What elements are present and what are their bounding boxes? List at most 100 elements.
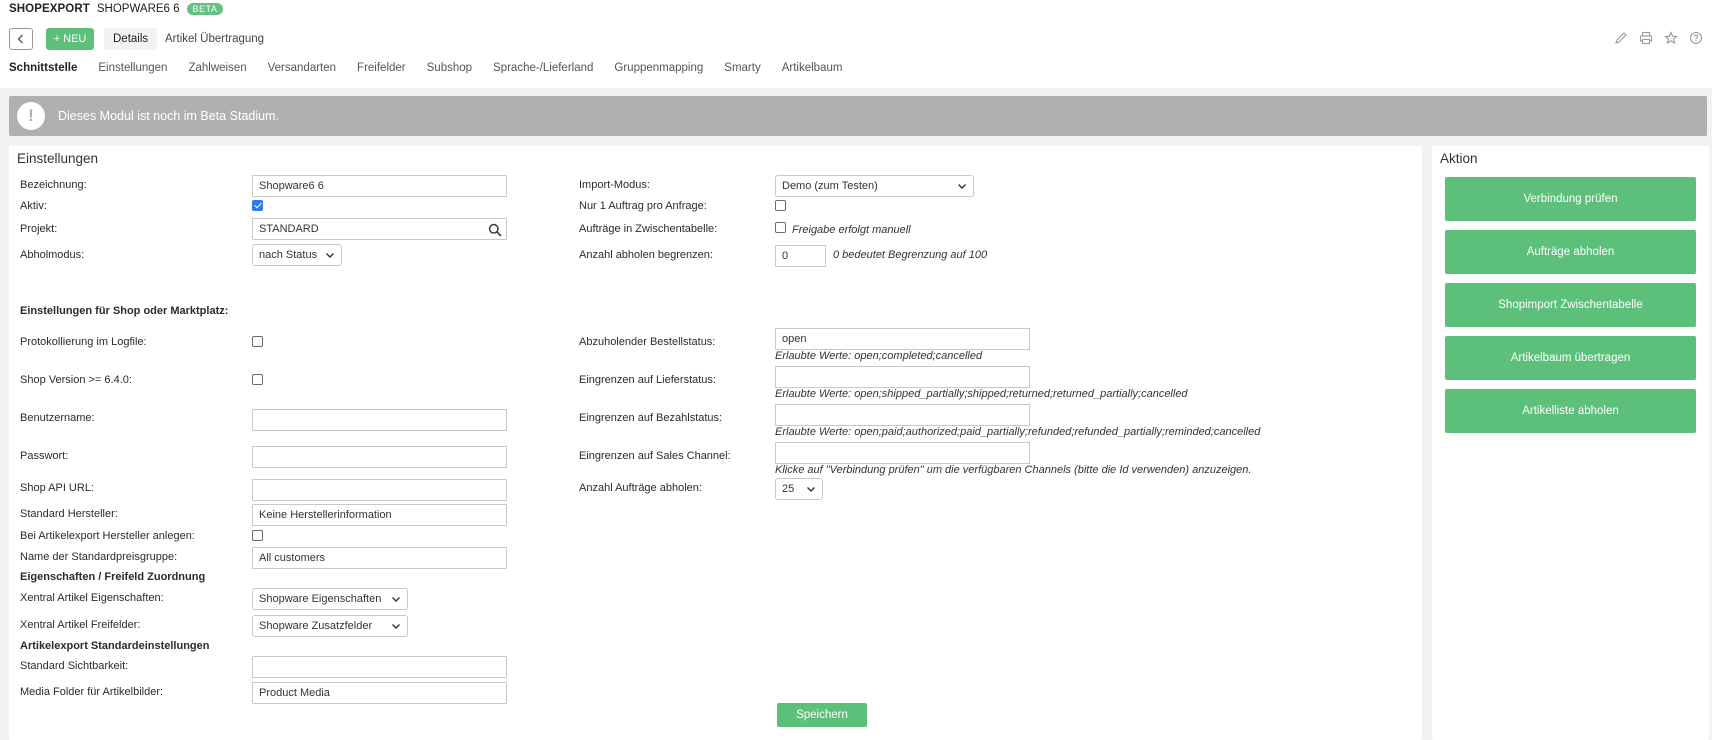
aktiv-label: Aktiv:: [20, 200, 47, 212]
apiurl-label: Shop API URL:: [20, 482, 94, 494]
media-folder-input[interactable]: Product Media: [252, 682, 507, 704]
subnav-gruppenmapping[interactable]: Gruppenmapping: [614, 62, 703, 74]
beta-badge: BETA: [186, 3, 224, 15]
sichtbarkeit-input[interactable]: [252, 656, 507, 678]
artikelexport-section-heading: Artikelexport Standardeinstellungen: [20, 640, 210, 652]
tab-details[interactable]: Details: [104, 28, 158, 50]
beta-warning-banner: ! Dieses Modul ist noch im Beta Stadium.: [9, 96, 1707, 136]
passwort-label: Passwort:: [20, 450, 69, 462]
benutzername-input[interactable]: [252, 409, 507, 431]
chevron-left-icon: [17, 34, 23, 44]
abholmodus-value: nach Status: [259, 249, 318, 261]
sichtbarkeit-label: Standard Sichtbarkeit:: [20, 660, 129, 672]
hersteller-anlegen-checkbox[interactable]: [252, 530, 263, 541]
abholmodus-select[interactable]: nach Status: [252, 244, 342, 266]
subnav-schnittstelle[interactable]: Schnittstelle: [9, 62, 77, 74]
import-modus-value: Demo (zum Testen): [782, 180, 878, 192]
zwischentabelle-label: Aufträge in Zwischentabelle:: [579, 223, 718, 235]
subnav-sprache-lieferland[interactable]: Sprache-/Lieferland: [493, 62, 593, 74]
preisgruppe-label: Name der Standardpreisgruppe:: [20, 551, 178, 563]
bezahlstatus-label: Eingrenzen auf Bezahlstatus:: [579, 412, 723, 424]
edit-icon[interactable]: [1613, 30, 1629, 46]
anzahl-begrenzen-label: Anzahl abholen begrenzen:: [579, 249, 713, 261]
nur-ein-auftrag-checkbox[interactable]: [775, 200, 786, 211]
subnav-subshop[interactable]: Subshop: [427, 62, 472, 74]
xentral-eigenschaften-select[interactable]: Shopware Eigenschaften: [252, 588, 408, 610]
passwort-input[interactable]: [252, 446, 507, 468]
bestellstatus-hint: Erlaubte Werte: open;completed;cancelled: [775, 350, 983, 362]
tab-artikel-uebertragung[interactable]: Artikel Übertragung: [165, 28, 264, 50]
settings-panel: Einstellungen Bezeichnung: Shopware6 6 A…: [9, 146, 1422, 740]
zwischentabelle-hint: Freigabe erfolgt manuell: [792, 224, 911, 236]
sales-channel-input[interactable]: [775, 442, 1030, 464]
xentral-eigenschaften-value: Shopware Eigenschaften: [259, 593, 382, 605]
aktiv-checkbox[interactable]: [252, 200, 263, 211]
subnav-smarty[interactable]: Smarty: [724, 62, 760, 74]
zwischentabelle-checkbox[interactable]: [775, 222, 786, 233]
import-modus-select[interactable]: Demo (zum Testen): [775, 175, 974, 197]
star-icon[interactable]: [1663, 30, 1679, 46]
bestellstatus-input[interactable]: open: [775, 328, 1030, 350]
subnav-einstellungen[interactable]: Einstellungen: [98, 62, 167, 74]
new-button[interactable]: + NEU: [46, 28, 94, 50]
anzahl-begrenzen-input[interactable]: 0: [775, 245, 826, 267]
top-bar: SHOPEXPORT SHOPWARE6 6 BETA + NEU Detail…: [0, 0, 1712, 88]
hersteller-anlegen-label: Bei Artikelexport Hersteller anlegen:: [20, 530, 195, 542]
projekt-input[interactable]: STANDARD: [252, 218, 507, 240]
projekt-value: STANDARD: [259, 223, 319, 235]
back-button[interactable]: [9, 28, 33, 50]
bezahlstatus-input[interactable]: [775, 404, 1030, 426]
banner-text: Dieses Modul ist noch im Beta Stadium.: [58, 109, 279, 123]
xentral-freifelder-label: Xentral Artikel Freifelder:: [20, 619, 141, 631]
search-icon[interactable]: [488, 223, 502, 237]
help-icon[interactable]: [1688, 30, 1704, 46]
save-button[interactable]: Speichern: [777, 703, 867, 727]
anzahl-begrenzen-hint: 0 bedeutet Begrenzung auf 100: [833, 249, 988, 261]
chevron-down-icon: [807, 487, 815, 492]
import-modus-label: Import-Modus:: [579, 179, 650, 191]
print-icon[interactable]: [1638, 30, 1654, 46]
xentral-freifelder-select[interactable]: Shopware Zusatzfelder: [252, 615, 408, 637]
lieferstatus-input[interactable]: [775, 366, 1030, 388]
chevron-down-icon: [392, 597, 400, 602]
toolbar-icons: [1613, 30, 1704, 46]
subnav-freifelder[interactable]: Freifelder: [357, 62, 406, 74]
xentral-eigenschaften-label: Xentral Artikel Eigenschaften:: [20, 592, 164, 604]
eigenschaften-section-heading: Eigenschaften / Freifeld Zuordnung: [20, 571, 206, 583]
benutzername-label: Benutzername:: [20, 412, 95, 424]
lieferstatus-hint: Erlaubte Werte: open;shipped_partially;s…: [775, 388, 1188, 400]
verbindung-pruefen-button[interactable]: Verbindung prüfen: [1445, 177, 1696, 221]
bestellstatus-label: Abzuholender Bestellstatus:: [579, 336, 716, 348]
shopversion-label: Shop Version >= 6.4.0:: [20, 374, 132, 386]
bezeichnung-input[interactable]: Shopware6 6: [252, 175, 507, 197]
abholmodus-label: Abholmodus:: [20, 249, 85, 261]
lieferstatus-label: Eingrenzen auf Lieferstatus:: [579, 374, 716, 386]
hersteller-label: Standard Hersteller:: [20, 508, 118, 520]
sub-navigation: Schnittstelle Einstellungen Zahlweisen V…: [9, 62, 842, 74]
anzahl-auftraege-value: 25: [782, 483, 795, 495]
subnav-versandarten[interactable]: Versandarten: [268, 62, 336, 74]
preisgruppe-input[interactable]: All customers: [252, 547, 507, 569]
nur-ein-auftrag-label: Nur 1 Auftrag pro Anfrage:: [579, 200, 707, 212]
chevron-down-icon: [392, 624, 400, 629]
anzahl-auftraege-label: Anzahl Aufträge abholen:: [579, 482, 702, 494]
app-title: SHOPEXPORT: [9, 3, 90, 15]
auftraege-abholen-button[interactable]: Aufträge abholen: [1445, 230, 1696, 274]
shop-section-heading: Einstellungen für Shop oder Marktplatz:: [20, 305, 229, 317]
artikelbaum-uebertragen-button[interactable]: Artikelbaum übertragen: [1445, 336, 1696, 380]
sales-channel-hint: Klicke auf "Verbindung prüfen" um die ve…: [775, 464, 1252, 476]
sales-channel-label: Eingrenzen auf Sales Channel:: [579, 450, 731, 462]
media-folder-label: Media Folder für Artikelbilder:: [20, 686, 164, 698]
projekt-label: Projekt:: [20, 223, 58, 235]
shopversion-checkbox[interactable]: [252, 374, 263, 385]
subnav-zahlweisen[interactable]: Zahlweisen: [188, 62, 246, 74]
anzahl-auftraege-select[interactable]: 25: [775, 478, 823, 500]
hersteller-input[interactable]: Keine Herstellerinformation: [252, 504, 507, 526]
protokoll-checkbox[interactable]: [252, 336, 263, 347]
artikelliste-abholen-button[interactable]: Artikelliste abholen: [1445, 389, 1696, 433]
shopimport-zwischentabelle-button[interactable]: Shopimport Zwischentabelle: [1445, 283, 1696, 327]
aktion-title: Aktion: [1440, 151, 1478, 166]
apiurl-input[interactable]: [252, 479, 507, 501]
aktion-panel: Aktion Verbindung prüfen Aufträge abhole…: [1432, 146, 1709, 740]
subnav-artikelbaum[interactable]: Artikelbaum: [782, 62, 843, 74]
